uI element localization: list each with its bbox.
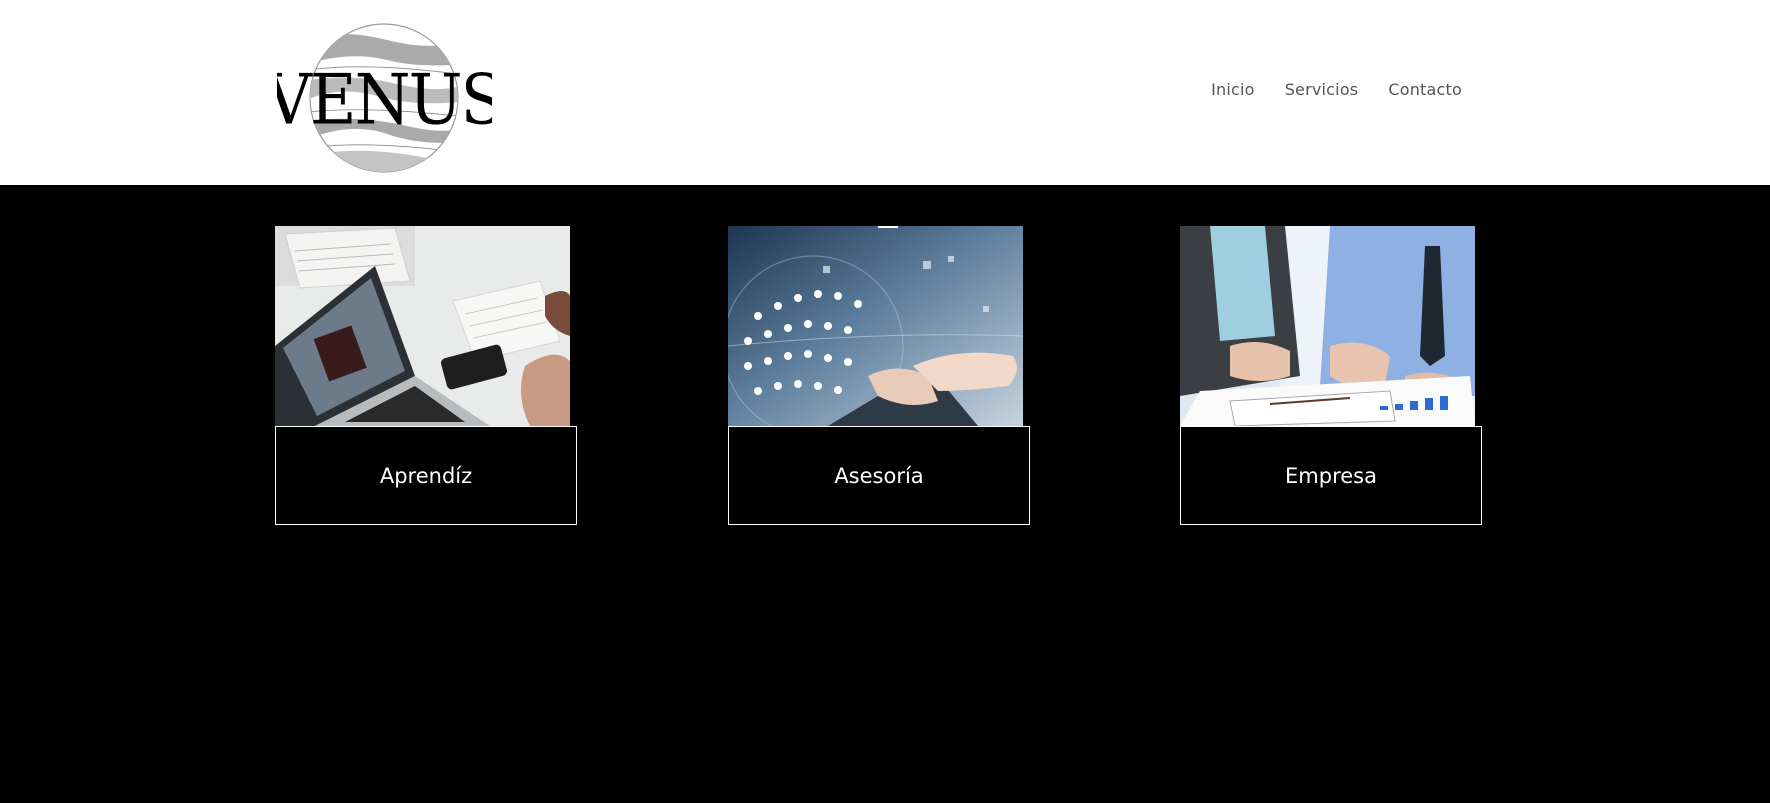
service-label: Empresa [1285,463,1377,488]
service-label: Aprendíz [379,463,473,488]
service-label-box[interactable]: Empresa [1180,426,1482,525]
nav-link-contacto[interactable]: Contacto [1388,80,1462,99]
service-card-empresa[interactable]: Empresa [1180,226,1482,525]
nav-link-servicios[interactable]: Servicios [1285,80,1359,99]
venus-logo-image: VENUS [277,23,492,173]
main-nav: Inicio Servicios Contacto [1211,80,1462,99]
business-meeting-photo [1180,226,1475,426]
venus-logo[interactable]: VENUS [277,22,492,174]
service-card-aprendiz[interactable]: Aprendíz [275,226,577,525]
laptop-study-photo [275,226,570,426]
digital-network-photo [728,226,1023,426]
site-header: VENUS Inicio Servicios Contacto [0,0,1770,185]
service-label-box[interactable]: Aprendíz [275,426,577,525]
svg-text:VENUS: VENUS [277,59,492,140]
nav-link-inicio[interactable]: Inicio [1211,80,1255,99]
service-label-box[interactable]: Asesoría [728,426,1030,525]
service-label: Asesoría [834,463,924,488]
service-card-asesoria[interactable]: Asesoría [728,226,1030,525]
